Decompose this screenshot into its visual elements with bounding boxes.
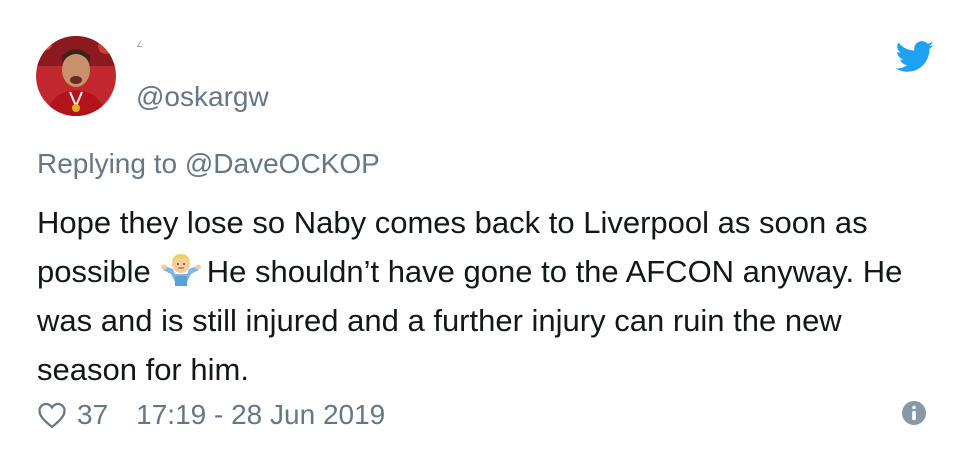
tweet-footer: 37 17:19 - 28 Jun 2019 <box>37 397 385 433</box>
display-name[interactable]: ∠ <box>136 40 143 50</box>
user-handle[interactable]: @oskargw <box>136 81 269 113</box>
info-icon[interactable] <box>901 400 927 426</box>
heart-icon[interactable] <box>37 401 67 429</box>
tweet-text: Hope they lose so Naby comes back to Liv… <box>37 198 947 394</box>
tweet-timestamp[interactable]: 17:19 - 28 Jun 2019 <box>136 399 385 431</box>
avatar-image <box>36 36 116 116</box>
reply-to-handle[interactable]: @DaveOCKOP <box>185 148 380 179</box>
avatar[interactable] <box>36 36 116 116</box>
reply-context: Replying to @DaveOCKOP <box>37 148 380 180</box>
reply-prefix: Replying to <box>37 148 178 179</box>
like-count[interactable]: 37 <box>77 399 108 431</box>
tweet-card: ∠ @oskargw Replying to @DaveOCKOP Hope t… <box>0 0 974 451</box>
twitter-bird-icon[interactable] <box>895 41 935 73</box>
man-shrugging-emoji <box>160 254 201 286</box>
